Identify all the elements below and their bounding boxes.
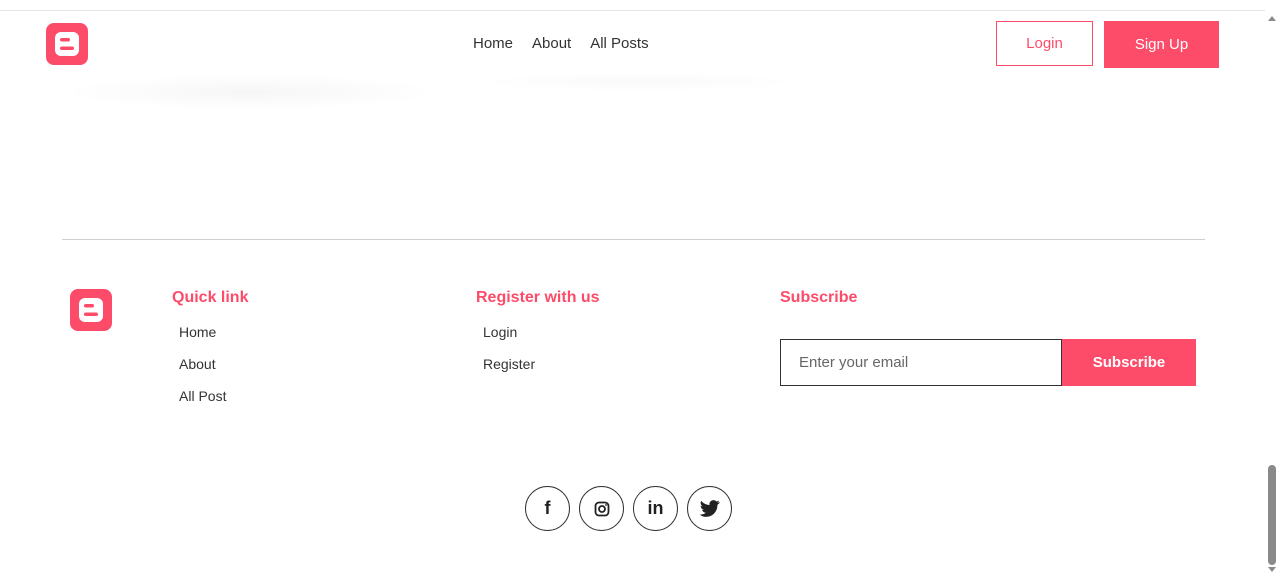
quick-link-section: Quick link Home About All Post: [172, 289, 248, 420]
nav-home-link[interactable]: Home: [473, 35, 513, 52]
login-button[interactable]: Login: [996, 21, 1093, 66]
blogger-icon[interactable]: [46, 23, 88, 65]
decorative-shadow: [60, 74, 440, 110]
quick-link-list: Home About All Post: [172, 324, 248, 420]
subscribe-button[interactable]: Subscribe: [1062, 339, 1196, 386]
social-links: f in: [525, 486, 732, 531]
register-heading: Register with us: [476, 289, 600, 306]
footer-register-link[interactable]: Register: [483, 356, 600, 388]
blogger-icon[interactable]: [70, 289, 112, 331]
register-section: Register with us Login Register: [476, 289, 600, 388]
subscribe-form: Subscribe: [780, 339, 1196, 386]
linkedin-icon[interactable]: in: [633, 486, 678, 531]
signup-button[interactable]: Sign Up: [1104, 21, 1219, 68]
nav-about-link[interactable]: About: [532, 35, 571, 52]
scroll-down-arrow-icon[interactable]: [1268, 567, 1276, 572]
facebook-icon[interactable]: f: [525, 486, 570, 531]
scroll-up-arrow-icon[interactable]: [1268, 16, 1276, 21]
decorative-shadow: [480, 72, 800, 92]
footer-all-post-link[interactable]: All Post: [179, 388, 248, 420]
footer-about-link[interactable]: About: [179, 356, 248, 388]
nav-all-posts-link[interactable]: All Posts: [590, 35, 648, 52]
quick-link-heading: Quick link: [172, 289, 249, 306]
subscribe-heading: Subscribe: [780, 289, 858, 306]
main-nav: Home About All Posts: [473, 35, 649, 52]
footer-login-link[interactable]: Login: [483, 324, 600, 356]
vertical-scrollbar[interactable]: [1265, 10, 1280, 577]
register-list: Login Register: [476, 324, 600, 388]
footer-home-link[interactable]: Home: [179, 324, 248, 356]
email-input[interactable]: [780, 339, 1062, 386]
subscribe-section: Subscribe: [780, 289, 857, 324]
instagram-icon[interactable]: [579, 486, 624, 531]
scrollbar-thumb[interactable]: [1268, 465, 1276, 565]
top-border: [0, 0, 1265, 11]
footer-divider: [62, 239, 1205, 240]
page: Home About All Posts Login Sign Up Quick…: [0, 0, 1280, 577]
twitter-icon[interactable]: [687, 486, 732, 531]
